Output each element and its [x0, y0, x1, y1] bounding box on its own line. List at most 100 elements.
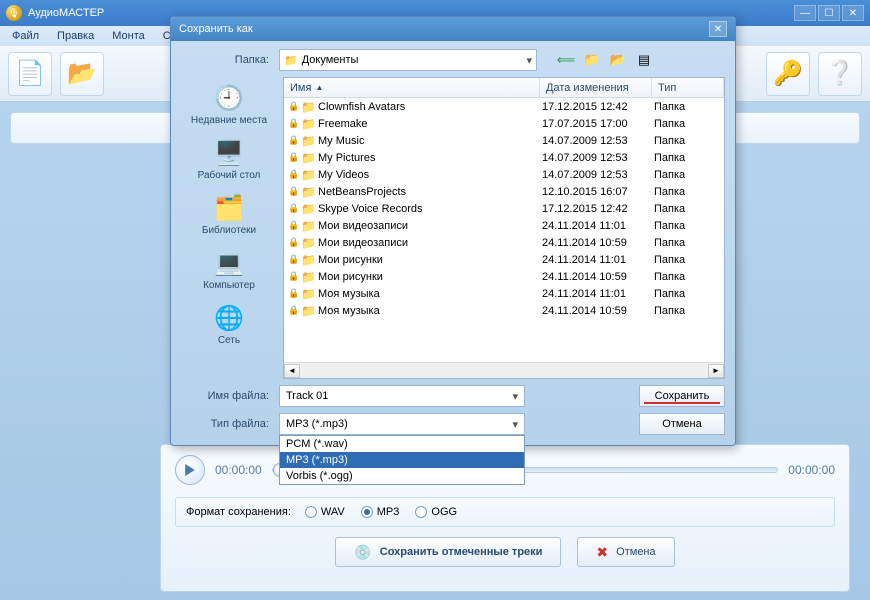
menu-edit[interactable]: Правка [49, 28, 102, 44]
col-date-header[interactable]: Дата изменения [540, 78, 652, 97]
save-tracks-button[interactable]: 💿Сохранить отмеченные треки [335, 537, 561, 567]
help-icon[interactable]: ❔ [818, 52, 862, 96]
folder-icon: 📁 [301, 151, 315, 165]
file-row[interactable]: 🔒📁Моя музыка24.11.2014 10:59Папка [284, 302, 724, 319]
format-ogg[interactable]: OGG [415, 506, 457, 518]
folder-icon: 📁 [301, 117, 315, 131]
lock-icon: 🔒 [288, 203, 298, 214]
format-wav[interactable]: WAV [305, 506, 345, 518]
file-name: Мои рисунки [318, 271, 383, 283]
file-row[interactable]: 🔒📁Freemake 17.07.2015 17:00Папка [284, 115, 724, 132]
new-folder-icon[interactable]: 📂 [609, 51, 627, 69]
file-name: Моя музыка [318, 305, 380, 317]
file-date: 24.11.2014 11:01 [542, 254, 654, 266]
file-row[interactable]: 🔒📁My Pictures14.07.2009 12:53Папка [284, 149, 724, 166]
place-label: Рабочий стол [198, 170, 261, 181]
dialog-cancel-button[interactable]: Отмена [639, 413, 725, 435]
file-type: Папка [654, 169, 722, 181]
file-row[interactable]: 🔒📁NetBeansProjects12.10.2015 16:07Папка [284, 183, 724, 200]
scroll-right-icon[interactable]: ► [708, 364, 724, 378]
horizontal-scrollbar[interactable]: ◄► [284, 362, 724, 378]
open-folder-icon[interactable]: 📂 [60, 52, 104, 96]
file-date: 14.07.2009 12:53 [542, 135, 654, 147]
filename-input[interactable]: Track 01▾ [279, 385, 525, 407]
format-label: Формат сохранения: [186, 506, 291, 518]
lock-icon: 🔒 [288, 118, 298, 129]
file-date: 24.11.2014 11:01 [542, 288, 654, 300]
scroll-left-icon[interactable]: ◄ [284, 364, 300, 378]
file-row[interactable]: 🔒📁Моя музыка24.11.2014 11:01Папка [284, 285, 724, 302]
file-type: Папка [654, 118, 722, 130]
folder-icon: 📁 [301, 185, 315, 199]
folder-combo[interactable]: 📁 Документы ▾ [279, 49, 537, 71]
filetype-label: Тип файла: [181, 418, 269, 430]
maximize-button[interactable]: ☐ [818, 5, 840, 21]
folder-icon: 📁 [301, 270, 315, 284]
play-button[interactable] [175, 455, 205, 485]
up-folder-icon[interactable]: 📁 [583, 51, 601, 69]
place-3[interactable]: 💻Компьютер [184, 246, 274, 293]
place-4[interactable]: 🌐Сеть [184, 301, 274, 348]
filetype-combo[interactable]: MP3 (*.mp3)▾ [279, 413, 525, 435]
file-date: 17.07.2015 17:00 [542, 118, 654, 130]
filetype-option[interactable]: PCM (*.wav) [280, 436, 524, 452]
dialog-close-button[interactable]: ✕ [709, 21, 727, 37]
place-2[interactable]: 🗂️Библиотеки [184, 191, 274, 238]
file-row[interactable]: 🔒📁Skype Voice Records17.12.2015 12:42Пап… [284, 200, 724, 217]
close-button[interactable]: ✕ [842, 5, 864, 21]
format-radio-group: WAV MP3 OGG [305, 506, 457, 518]
folder-icon: 📁 [301, 100, 315, 114]
file-row[interactable]: 🔒📁Мои видеозаписи24.11.2014 10:59Папка [284, 234, 724, 251]
dialog-save-button[interactable]: Сохранить [639, 385, 725, 407]
file-row[interactable]: 🔒📁Мои видеозаписи24.11.2014 11:01Папка [284, 217, 724, 234]
sort-asc-icon: ▲ [315, 83, 323, 92]
col-type-header[interactable]: Тип [652, 78, 724, 97]
key-icon[interactable]: 🔑 [766, 52, 810, 96]
file-name: Freemake [318, 118, 368, 130]
file-type: Папка [654, 305, 722, 317]
cancel-x-icon: ✖ [596, 544, 608, 561]
time-elapsed: 00:00:00 [215, 463, 262, 477]
new-file-icon[interactable]: 📄 [8, 52, 52, 96]
file-type: Папка [654, 220, 722, 232]
file-row[interactable]: 🔒📁Clownfish Avatars17.12.2015 12:42Папка [284, 98, 724, 115]
folder-icon: 📁 [301, 134, 315, 148]
cancel-tracks-button[interactable]: ✖Отмена [577, 537, 674, 567]
menu-montage[interactable]: Монта [104, 28, 153, 44]
col-name-header[interactable]: Имя▲ [284, 78, 540, 97]
minimize-button[interactable]: — [794, 5, 816, 21]
file-date: 24.11.2014 10:59 [542, 305, 654, 317]
filetype-option[interactable]: Vorbis (*.ogg) [280, 468, 524, 484]
file-date: 14.07.2009 12:53 [542, 152, 654, 164]
format-mp3[interactable]: MP3 [361, 506, 400, 518]
file-type: Папка [654, 237, 722, 249]
place-icon: 🌐 [212, 303, 246, 333]
places-bar: 🕘Недавние места 🖥️Рабочий стол 🗂️Библиотек… [181, 77, 277, 379]
lock-icon: 🔒 [288, 152, 298, 163]
file-row[interactable]: 🔒📁My Videos14.07.2009 12:53Папка [284, 166, 724, 183]
place-1[interactable]: 🖥️Рабочий стол [184, 136, 274, 183]
file-type: Папка [654, 203, 722, 215]
file-row[interactable]: 🔒📁My Music14.07.2009 12:53Папка [284, 132, 724, 149]
back-icon[interactable]: ⟸ [557, 51, 575, 69]
view-menu-icon[interactable]: ▤ [635, 51, 653, 69]
place-icon: 🗂️ [212, 193, 246, 223]
file-type: Папка [654, 288, 722, 300]
folder-icon: 📁 [301, 304, 315, 318]
filetype-option[interactable]: MP3 (*.mp3) [280, 452, 524, 468]
file-name: Мои видеозаписи [318, 220, 408, 232]
lock-icon: 🔒 [288, 101, 298, 112]
lock-icon: 🔒 [288, 237, 298, 248]
time-total: 00:00:00 [788, 463, 835, 477]
file-date: 12.10.2015 16:07 [542, 186, 654, 198]
menu-file[interactable]: Файл [4, 28, 47, 44]
place-label: Недавние места [191, 115, 267, 126]
file-row[interactable]: 🔒📁Мои рисунки24.11.2014 11:01Папка [284, 251, 724, 268]
app-icon: 🎙 [6, 5, 22, 21]
place-0[interactable]: 🕘Недавние места [184, 81, 274, 128]
file-row[interactable]: 🔒📁Мои рисунки24.11.2014 10:59Папка [284, 268, 724, 285]
file-date: 24.11.2014 10:59 [542, 237, 654, 249]
file-name: My Music [318, 135, 364, 147]
file-name: NetBeansProjects [318, 186, 406, 198]
file-name: Мои рисунки [318, 254, 383, 266]
